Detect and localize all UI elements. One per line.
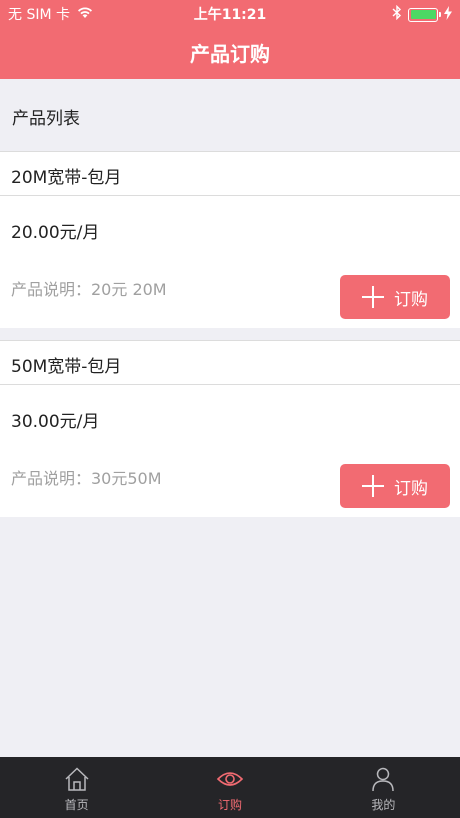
product-card: 50M宽带-包月 30.00元/月 产品说明：30元50M 订购 xyxy=(0,340,460,517)
tab-label: 我的 xyxy=(371,798,396,812)
divider xyxy=(0,195,460,196)
order-button-label: 订购 xyxy=(394,289,428,310)
section-title: 产品列表 xyxy=(12,109,80,129)
eye-icon xyxy=(216,765,244,793)
status-bar: 无 SIM 卡 上午11:21 xyxy=(0,0,460,26)
product-description: 产品说明：20元 20M xyxy=(11,280,167,299)
nav-header: 产品订购 xyxy=(0,26,460,79)
product-description: 产品说明：30元50M xyxy=(11,469,162,488)
tab-label: 订购 xyxy=(217,798,242,812)
charging-icon xyxy=(444,5,452,24)
tab-profile[interactable]: 我的 xyxy=(307,757,460,818)
plus-icon xyxy=(362,475,384,497)
product-name: 50M宽带-包月 xyxy=(11,357,122,377)
bluetooth-icon xyxy=(392,4,402,24)
product-name: 20M宽带-包月 xyxy=(11,168,122,188)
status-right xyxy=(392,4,452,24)
order-button-label: 订购 xyxy=(394,478,428,499)
tab-order[interactable]: 订购 xyxy=(153,757,306,818)
product-price: 20.00元/月 xyxy=(11,223,100,243)
battery-icon xyxy=(408,7,441,22)
tab-bar: 首页 订购 我的 xyxy=(0,757,460,818)
tab-label: 首页 xyxy=(64,798,89,812)
product-price: 30.00元/月 xyxy=(11,412,100,432)
user-icon xyxy=(369,765,397,793)
product-card: 20M宽带-包月 20.00元/月 产品说明：20元 20M 订购 xyxy=(0,151,460,328)
battery-level xyxy=(410,10,436,19)
divider xyxy=(0,384,460,385)
plus-icon xyxy=(362,286,384,308)
home-icon xyxy=(63,765,91,793)
order-button[interactable]: 订购 xyxy=(340,275,450,319)
page-title: 产品订购 xyxy=(190,42,270,66)
order-button[interactable]: 订购 xyxy=(340,464,450,508)
tab-home[interactable]: 首页 xyxy=(0,757,153,818)
status-time: 上午11:21 xyxy=(193,7,267,23)
